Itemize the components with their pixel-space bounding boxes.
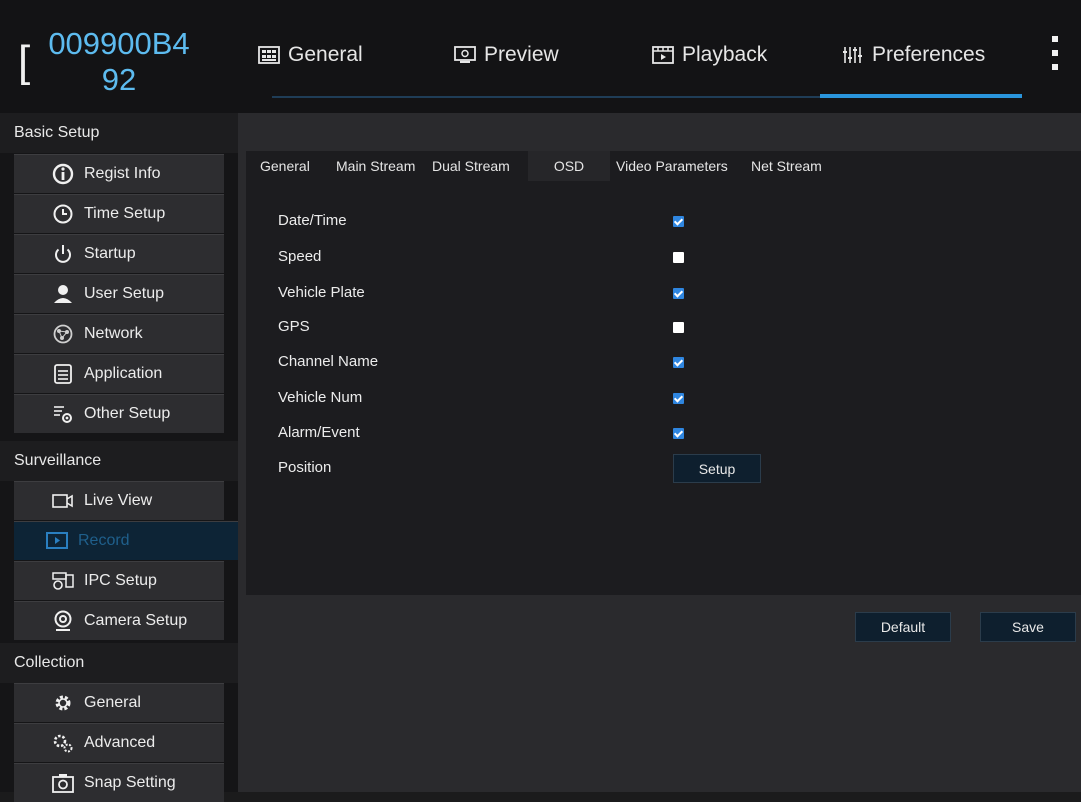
tab-playback[interactable]: Playback (652, 38, 767, 72)
sidebar-item-camera-setup[interactable]: Camera Setup (14, 601, 224, 640)
nav-active-indicator (820, 94, 1022, 98)
position-setup-button[interactable]: Setup (673, 454, 761, 483)
more-menu-icon[interactable] (1045, 36, 1065, 80)
sidebar-item-label: Camera Setup (84, 612, 188, 629)
sub-tabs: General Main Stream Dual Stream OSD Vide… (246, 151, 1081, 185)
tab-general-label: General (288, 43, 363, 66)
section-collection: Collection (0, 643, 238, 683)
row-label-vehicle-num: Vehicle Num (278, 389, 363, 406)
tab-preferences-label: Preferences (872, 43, 986, 66)
subtab-main-stream[interactable]: Main Stream (336, 151, 415, 181)
film-icon (652, 46, 674, 64)
monitor-icon (454, 46, 476, 63)
gear-icon (55, 695, 71, 711)
video-camera-icon (52, 494, 73, 508)
clock-icon (53, 204, 73, 224)
subtab-dual-stream[interactable]: Dual Stream (432, 151, 510, 181)
section-surveillance: Surveillance (0, 441, 238, 481)
subtab-net-stream[interactable]: Net Stream (751, 151, 822, 181)
checkbox-speed[interactable] (673, 252, 684, 263)
user-icon (54, 285, 72, 303)
sidebar-item-label: Network (84, 325, 143, 342)
sidebar-item-regist-info[interactable]: Regist Info (14, 154, 224, 193)
row-label-channel-name: Channel Name (278, 353, 379, 370)
sidebar-item-startup[interactable]: Startup (14, 234, 224, 273)
network-icon (53, 324, 73, 344)
sidebar-item-live-view[interactable]: Live View (14, 481, 224, 520)
sidebar-item-network[interactable]: Network (14, 314, 224, 353)
row-label-gps: GPS (278, 318, 310, 335)
sidebar-item-label: User Setup (84, 285, 165, 302)
tab-preview[interactable]: Preview (454, 38, 559, 72)
other-setup-icon (54, 406, 72, 423)
sidebar-item-label: Live View (84, 492, 153, 509)
sidebar-item-label: Record (78, 532, 130, 549)
main-content: General Main Stream Dual Stream OSD Vide… (238, 113, 1081, 792)
sidebar-item-user-setup[interactable]: User Setup (14, 274, 224, 313)
sidebar-item-label: Regist Info (84, 165, 161, 182)
row-label-position: Position (278, 459, 332, 476)
sidebar-item-application[interactable]: Application (14, 354, 224, 393)
sidebar-item-label: Advanced (84, 734, 156, 751)
sidebar-item-label: Startup (84, 245, 136, 262)
power-icon (55, 245, 71, 263)
top-header: [ 009900B492 General Preview Playback Pr… (0, 0, 1081, 113)
row-label-date-time: Date/Time (278, 212, 347, 229)
sidebar-item-label: Time Setup (84, 205, 166, 222)
subtab-general[interactable]: General (260, 151, 310, 181)
info-icon (52, 163, 74, 185)
checkbox-alarm-event[interactable] (673, 428, 684, 439)
sidebar-item-snap-setting[interactable]: Snap Setting (14, 763, 224, 802)
row-label-vehicle-plate: Vehicle Plate (278, 284, 365, 301)
row-label-alarm-event: Alarm/Event (278, 424, 360, 441)
sidebar-item-general[interactable]: General (14, 683, 224, 722)
checkbox-gps[interactable] (673, 322, 684, 333)
sidebar-item-advanced[interactable]: Advanced (14, 723, 224, 762)
sidebar-item-label: Other Setup (84, 405, 171, 422)
ipc-icon (52, 572, 74, 590)
tab-preferences[interactable]: Preferences (842, 38, 985, 72)
osd-panel: General Main Stream Dual Stream OSD Vide… (246, 151, 1081, 595)
gears-icon (53, 734, 73, 753)
checkbox-vehicle-num[interactable] (673, 393, 684, 404)
sidebar-item-label: Snap Setting (84, 774, 176, 791)
sidebar-item-record[interactable]: Record (14, 521, 238, 560)
webcam-icon (54, 610, 72, 631)
sidebar: Basic Setup Regist Info Time Setup Start… (0, 113, 238, 802)
subtab-osd[interactable]: OSD (528, 151, 610, 181)
tab-playback-label: Playback (682, 43, 768, 66)
sidebar-item-label: IPC Setup (84, 572, 157, 589)
row-label-speed: Speed (278, 248, 322, 265)
sidebar-item-label: Application (84, 365, 163, 382)
tab-preview-label: Preview (484, 43, 559, 66)
record-icon (46, 532, 68, 549)
top-nav: General Preview Playback Preferences (238, 0, 1038, 113)
checkbox-channel-name[interactable] (673, 357, 684, 368)
bracket-glyph: [ (18, 37, 31, 86)
checkbox-vehicle-plate[interactable] (673, 288, 684, 299)
sliders-icon (843, 47, 862, 63)
default-button[interactable]: Default (855, 612, 951, 642)
sidebar-item-other-setup[interactable]: Other Setup (14, 394, 224, 433)
tab-general[interactable]: General (258, 38, 363, 72)
device-id: 009900B492 (48, 26, 190, 97)
sidebar-item-ipc-setup[interactable]: IPC Setup (14, 561, 224, 600)
section-basic-setup: Basic Setup (0, 113, 238, 153)
save-button[interactable]: Save (980, 612, 1076, 642)
subtab-video-parameters[interactable]: Video Parameters (616, 151, 728, 181)
grid-panel-icon (258, 46, 280, 64)
camera-icon (52, 774, 74, 793)
application-icon (54, 364, 72, 384)
device-id-block: [ 009900B492 (14, 10, 234, 105)
sidebar-item-label: General (84, 694, 141, 711)
checkbox-date-time[interactable] (673, 216, 684, 227)
sidebar-item-time-setup[interactable]: Time Setup (14, 194, 224, 233)
